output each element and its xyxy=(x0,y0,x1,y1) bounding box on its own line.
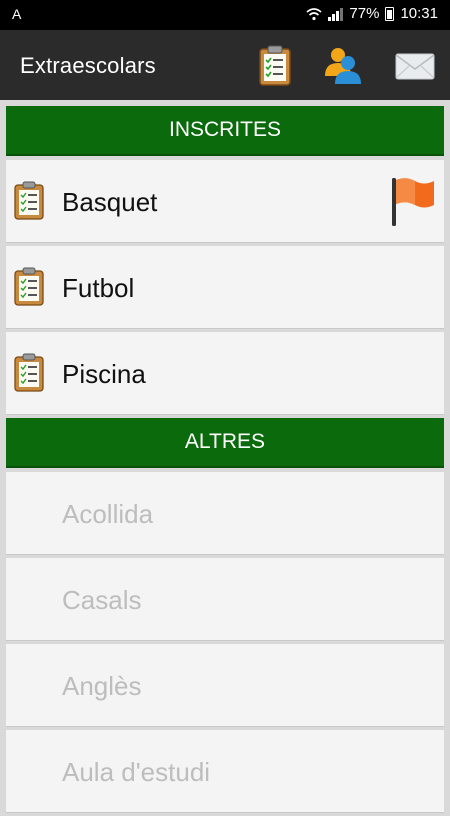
list-item-basquet[interactable]: Basquet xyxy=(6,160,444,243)
list-item-label: Basquet xyxy=(62,187,158,217)
wifi-icon xyxy=(306,7,322,20)
contacts-icon[interactable] xyxy=(321,44,365,88)
list-item-futbol[interactable]: Futbol xyxy=(6,246,444,329)
list-item-acollida[interactable]: Acollida xyxy=(6,472,444,555)
list-item-label: Casals xyxy=(62,585,142,615)
list-item-label: Anglès xyxy=(62,671,142,701)
status-icons: 77% 10:31 xyxy=(306,5,438,22)
list-item-piscina[interactable]: Piscina xyxy=(6,332,444,415)
mail-icon[interactable] xyxy=(393,44,437,88)
font-indicator-icon: A xyxy=(12,6,22,22)
clipboard-icon xyxy=(14,181,44,220)
page-title: Extraescolars xyxy=(20,53,156,78)
status-bar: A 77% 10:31 xyxy=(0,0,450,30)
signal-icon xyxy=(328,7,344,21)
activity-list: INSCRITES Basquet Futbol Piscina ALTRES … xyxy=(6,106,444,816)
list-item-label: Futbol xyxy=(62,273,135,303)
battery-percent: 77% xyxy=(349,5,380,22)
section-header-inscrites: INSCRITES xyxy=(6,106,444,156)
clipboard-icon xyxy=(14,267,44,306)
flag-icon[interactable] xyxy=(388,174,438,228)
list-item-label: Piscina xyxy=(62,359,146,389)
list-item-label: Aula d'estudi xyxy=(62,757,211,787)
app-bar: Extraescolars xyxy=(0,30,450,100)
list-item-label: Acollida xyxy=(62,499,154,529)
list-item-aula-destudi[interactable]: Aula d'estudi xyxy=(6,730,444,813)
section-header-altres: ALTRES xyxy=(6,418,444,468)
clipboard-icon[interactable] xyxy=(253,44,297,88)
battery-icon xyxy=(385,6,395,21)
clipboard-icon xyxy=(14,353,44,392)
clock: 10:31 xyxy=(400,5,438,22)
list-item-angles[interactable]: Anglès xyxy=(6,644,444,727)
list-item-casals[interactable]: Casals xyxy=(6,558,444,641)
